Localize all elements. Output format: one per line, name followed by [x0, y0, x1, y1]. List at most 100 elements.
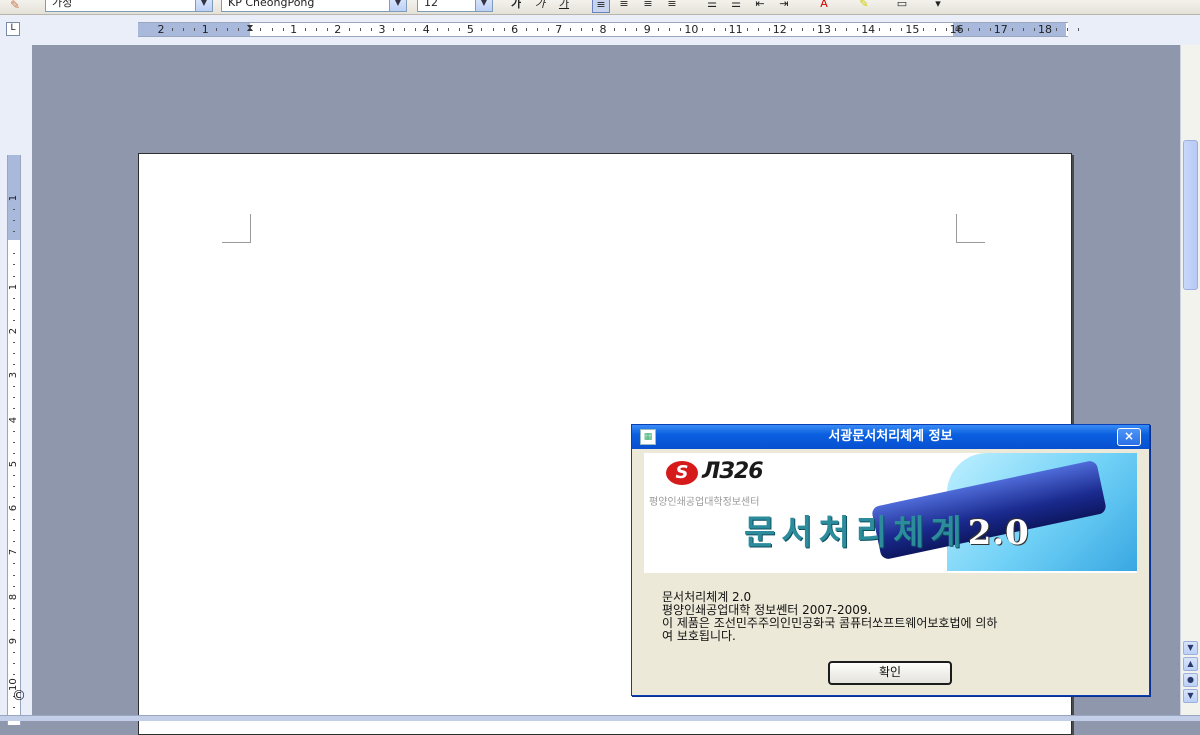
about-info-text: 문서처리체계 2.0 평양인쇄공업대학 정보쎈터 2007-2009. 이 제품… — [662, 591, 1132, 643]
style-combo[interactable]: 가정 ▼ — [45, 0, 213, 12]
ruler-number: 1 — [8, 283, 19, 290]
ruler-tick — [879, 28, 881, 31]
app-menu-icon[interactable]: ✎ — [10, 0, 28, 12]
ruler-number: 5 — [8, 460, 19, 467]
ruler-tick — [536, 28, 538, 31]
align-center-icon[interactable]: ≡ — [616, 0, 632, 11]
ruler-number: 9 — [8, 637, 19, 645]
numbered-list-icon[interactable]: ☰ — [704, 0, 720, 11]
ruler-tick — [13, 652, 15, 654]
ruler-tick — [746, 28, 748, 31]
ruler-tick — [934, 28, 936, 31]
ruler-number: 1 — [8, 194, 19, 202]
ruler-number: 1 — [201, 23, 209, 36]
align-justify-icon[interactable]: ≡ — [664, 0, 680, 11]
ruler-number: 3 — [8, 372, 19, 379]
ruler-tick — [216, 28, 218, 31]
underline-icon[interactable]: 가 — [556, 0, 572, 11]
chevron-down-icon[interactable]: ▼ — [195, 0, 212, 11]
ruler-number: 13 — [817, 23, 831, 36]
border-icon[interactable]: ▭ — [894, 0, 910, 11]
ruler-tick — [1078, 28, 1080, 31]
ruler-tick — [13, 574, 15, 576]
browse-object-icon[interactable]: ● — [1183, 673, 1198, 687]
next-page-icon[interactable]: ▼ — [1183, 689, 1198, 703]
align-right-icon[interactable]: ≡ — [640, 0, 656, 11]
ruler-tick — [702, 28, 704, 31]
dialog-titlebar[interactable]: ▦ 서광문서처리체계 정보 × — [632, 425, 1149, 449]
ruler-tick — [680, 28, 682, 31]
ruler-number: 8 — [8, 593, 19, 600]
chevron-down-icon[interactable]: ▼ — [475, 0, 492, 11]
toolbar-overflow-icon[interactable]: ▾ — [930, 0, 946, 11]
chevron-down-icon[interactable]: ▼ — [1183, 641, 1198, 655]
ruler-tick — [569, 28, 571, 31]
ruler-tick — [13, 308, 15, 310]
style-combo-value: 가정 — [52, 0, 73, 9]
organization-caption: 평양인쇄공업대학정보센터 — [649, 497, 760, 508]
ruler-tick — [315, 28, 317, 31]
copyright-icon: © — [12, 688, 26, 704]
font-color-icon[interactable]: A — [816, 0, 832, 11]
ruler-number: 9 — [643, 23, 651, 36]
ruler-number: 7 — [8, 549, 19, 556]
bold-icon[interactable]: 가 — [508, 0, 524, 11]
product-name: 문서처리체계 — [744, 513, 968, 553]
ruler-tick — [13, 541, 15, 543]
horizontal-ruler[interactable]: ⧗ ⌂ 2 1 1 2 3 4 5 6 7 8 9 10 11 12 13 14 15 16 17 18 — [138, 22, 1080, 37]
first-line-indent-marker-icon[interactable]: ⧗ — [245, 23, 255, 37]
scrollbar-thumb[interactable] — [1183, 140, 1198, 290]
formatting-toolbar: ✎ 가정 ▼ KP CheongPong ▼ 12 ▼ 가 가 가 ≡ ≡ ≡ … — [0, 0, 1200, 15]
chevron-down-icon[interactable]: ▼ — [389, 0, 406, 11]
product-title: 문서처리체계2.0 — [744, 505, 1030, 554]
italic-icon[interactable]: 가 — [532, 0, 548, 11]
font-combo[interactable]: KP CheongPong ▼ — [221, 0, 407, 12]
ruler-tick — [13, 441, 15, 443]
tab-selector-icon[interactable]: L — [6, 22, 20, 36]
previous-page-icon[interactable]: ▲ — [1183, 657, 1198, 671]
ruler-tick — [713, 28, 715, 31]
ruler-tick — [13, 364, 15, 366]
ruler-tick — [658, 28, 660, 31]
bullet-list-icon[interactable]: ☰ — [728, 0, 744, 11]
ruler-tick — [13, 264, 15, 266]
vertical-ruler[interactable]: 1 1 2 3 4 5 6 7 8 9 10 — [7, 155, 21, 725]
align-left-icon[interactable]: ≡ — [592, 0, 610, 13]
vertical-ruler-bar: 1 1 2 3 4 5 6 7 8 9 10 — [0, 45, 32, 725]
ruler-tick — [326, 28, 328, 31]
ruler-tick — [415, 28, 417, 31]
ruler-tick — [768, 28, 770, 31]
size-combo[interactable]: 12 ▼ — [417, 0, 493, 12]
ruler-tick — [890, 28, 892, 31]
ruler-tick — [945, 28, 947, 31]
ruler-tick — [13, 629, 15, 631]
ruler-number: 8 — [599, 23, 607, 36]
ok-button[interactable]: 확인 — [828, 661, 952, 685]
ruler-tick — [978, 28, 980, 31]
ruler-tick — [901, 28, 903, 31]
vertical-scrollbar[interactable]: ▼ ▲ ● ▼ — [1180, 45, 1200, 715]
ruler-number: 2 — [8, 327, 19, 335]
ruler-tick — [13, 485, 15, 487]
ruler-tick — [13, 319, 15, 321]
ruler-tick — [1056, 28, 1058, 31]
ruler-number: 17 — [993, 23, 1008, 36]
ruler-tick — [13, 297, 15, 299]
ruler-number: 11 — [728, 23, 743, 36]
ruler-tick — [669, 28, 671, 31]
ruler-tick — [13, 474, 15, 476]
ruler-tick — [1067, 28, 1069, 31]
horizontal-ruler-bar: L ⧗ ⌂ 2 1 1 2 3 4 5 6 7 8 9 10 11 12 13 14 15 16 17 18 — [0, 15, 1200, 45]
company-logo-icon: S — [666, 461, 698, 485]
ruler-tick — [183, 28, 185, 31]
about-dialog: ▦ 서광문서처리체계 정보 × S ЛЗ26 평양인쇄공업대학정보센터 문서처리… — [631, 424, 1150, 696]
close-icon[interactable]: × — [1117, 428, 1141, 446]
ruler-tick — [13, 585, 15, 587]
ruler-tick — [13, 607, 15, 609]
ruler-tick — [13, 452, 15, 454]
highlight-icon[interactable]: ✎ — [856, 0, 872, 11]
ruler-number: 16 — [949, 23, 964, 36]
horizontal-scrollbar[interactable] — [0, 715, 1200, 721]
decrease-indent-icon[interactable]: ⇤ — [752, 0, 768, 11]
increase-indent-icon[interactable]: ⇥ — [776, 0, 792, 11]
